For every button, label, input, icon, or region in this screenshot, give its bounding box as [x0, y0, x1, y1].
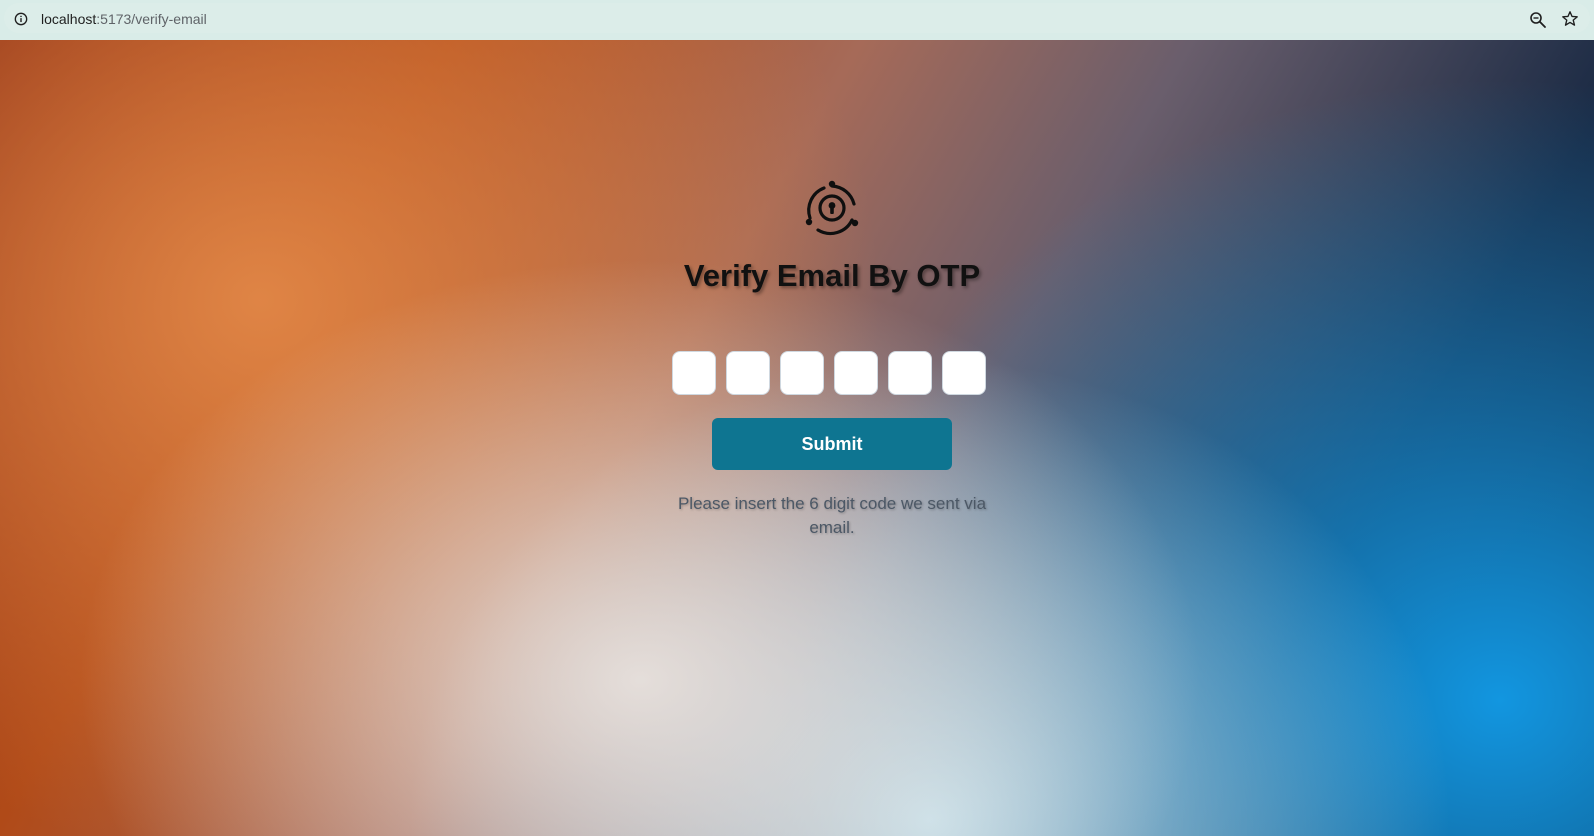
otp-instructions: Please insert the 6 digit code we sent v…: [677, 494, 987, 537]
lock-orbit-icon: [805, 180, 859, 236]
otp-digit-5[interactable]: [888, 351, 932, 395]
otp-digit-6[interactable]: [942, 351, 986, 395]
url-host: localhost: [41, 11, 97, 27]
star-icon[interactable]: [1561, 10, 1579, 28]
verify-email-panel: Verify Email By OTP Submit Please insert…: [0, 40, 1594, 836]
submit-button[interactable]: Submit: [712, 418, 952, 470]
browser-toolbar: localhost:5173/verify-email: [0, 0, 1594, 40]
page-title: Verify Email By OTP: [683, 258, 981, 293]
info-icon[interactable]: [14, 12, 28, 26]
page-background: Verify Email By OTP Submit Please insert…: [0, 40, 1594, 836]
zoom-icon[interactable]: [1529, 11, 1547, 29]
otp-digit-2[interactable]: [726, 351, 770, 395]
otp-digit-3[interactable]: [780, 351, 824, 395]
url-text[interactable]: localhost:5173/verify-email: [41, 11, 207, 27]
address-bar[interactable]: localhost:5173/verify-email: [4, 3, 1590, 33]
otp-digit-1[interactable]: [672, 351, 716, 395]
url-path: :5173/verify-email: [96, 11, 207, 27]
otp-input-group: [672, 351, 986, 397]
otp-digit-4[interactable]: [834, 351, 878, 395]
